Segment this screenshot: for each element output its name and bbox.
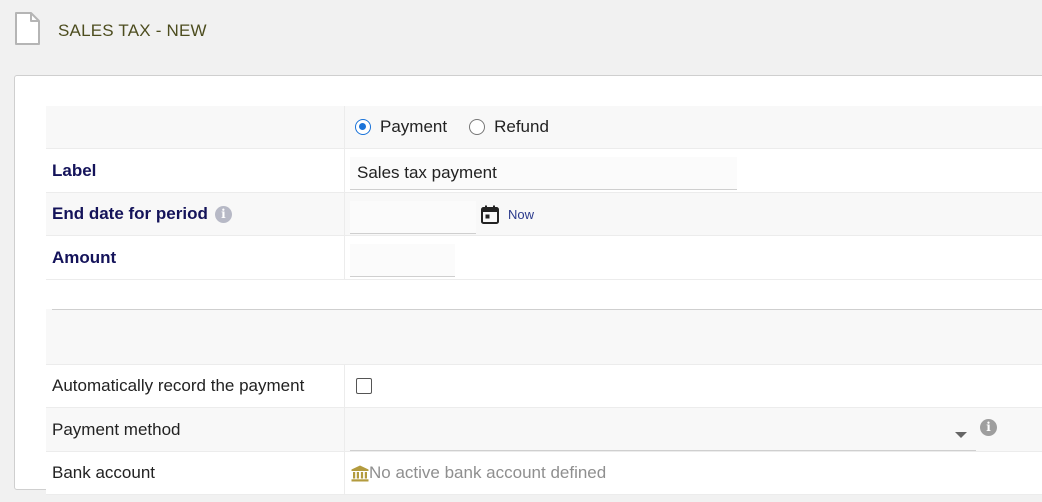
auto-record-caption: Automatically record the payment <box>46 365 345 407</box>
form-card: Payment Refund Label End date for period… <box>14 75 1042 495</box>
now-link[interactable]: Now <box>508 207 534 222</box>
label-row: Label <box>46 149 1042 193</box>
refund-radio-dot[interactable] <box>469 119 486 135</box>
refund-radio-label: Refund <box>494 117 549 136</box>
type-label-cell <box>46 106 345 148</box>
label-value-cell <box>345 149 1042 192</box>
calendar-icon[interactable] <box>481 205 499 224</box>
bank-account-caption: Bank account <box>46 452 345 494</box>
page-header: SALES TAX - NEW <box>0 0 1042 64</box>
payment-method-select[interactable] <box>350 413 976 451</box>
bank-icon <box>351 465 369 481</box>
payment-method-info-icon[interactable]: i <box>980 419 997 436</box>
end-date-caption: End date for period <box>52 204 208 223</box>
payment-method-caption: Payment method <box>46 408 345 451</box>
end-date-input[interactable] <box>350 200 476 234</box>
payment-method-value-cell: i <box>345 408 1042 451</box>
payment-radio-label: Payment <box>380 117 448 136</box>
section-separator <box>46 309 1042 365</box>
auto-record-checkbox[interactable] <box>356 378 372 394</box>
label-caption: Label <box>46 149 345 192</box>
type-row: Payment Refund <box>46 106 1042 149</box>
end-date-caption-cell: End date for period i <box>46 193 345 235</box>
page-title: SALES TAX - NEW <box>58 21 207 40</box>
amount-value-cell <box>345 236 1042 279</box>
bank-account-status: No active bank account defined <box>369 463 607 482</box>
label-input[interactable] <box>350 157 737 190</box>
refund-radio[interactable]: Refund <box>464 117 549 137</box>
payment-radio-dot[interactable] <box>355 119 371 135</box>
info-icon[interactable]: i <box>214 205 232 223</box>
type-value-cell: Payment Refund <box>345 106 1042 148</box>
separator-line <box>52 309 1042 310</box>
end-date-value-cell: Now <box>345 193 1042 235</box>
end-date-row: End date for period i Now <box>46 193 1042 236</box>
bank-account-row: Bank account No active bank account defi… <box>46 452 1042 495</box>
payment-method-row: Payment method i <box>46 408 1042 452</box>
amount-input[interactable] <box>350 244 455 277</box>
payment-radio[interactable]: Payment <box>350 117 447 137</box>
auto-record-row: Automatically record the payment <box>46 365 1042 408</box>
amount-row: Amount <box>46 236 1042 280</box>
sales-tax-form: Payment Refund Label End date for period… <box>46 106 1042 495</box>
chevron-down-icon[interactable] <box>955 431 967 438</box>
document-icon <box>15 12 40 45</box>
amount-caption: Amount <box>46 236 345 279</box>
bank-account-value-cell: No active bank account defined <box>345 452 1042 494</box>
auto-record-value-cell <box>345 365 1042 407</box>
